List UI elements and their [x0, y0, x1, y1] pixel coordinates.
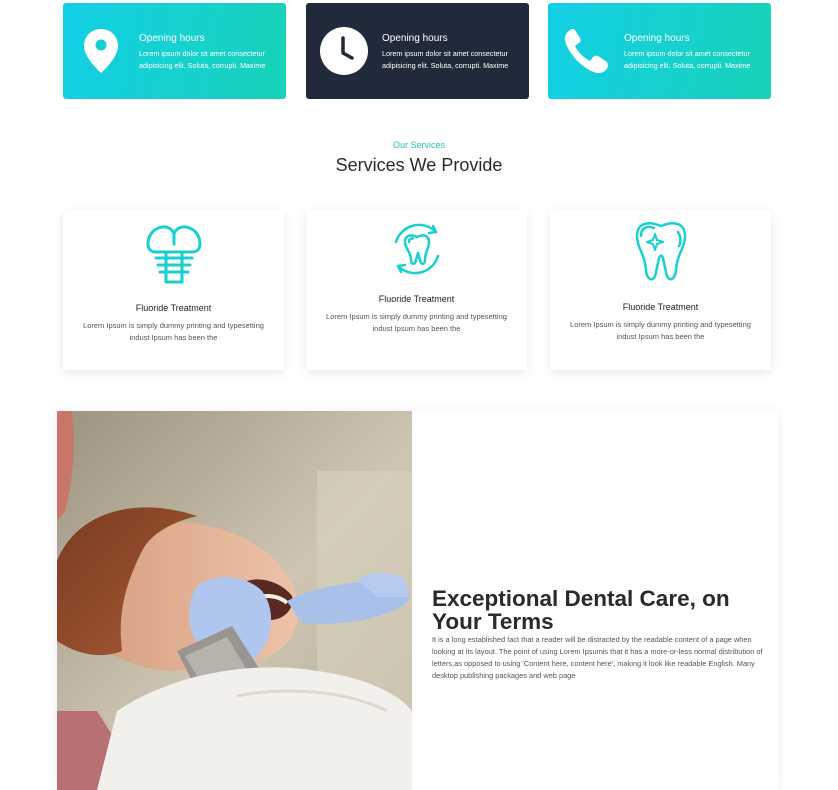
service-name: Fluoride Treatment: [135, 303, 212, 313]
info-card-title: Opening hours: [624, 32, 690, 44]
info-card-title: Opening hours: [382, 32, 448, 44]
phone-icon: [548, 3, 624, 99]
info-card-text: Lorem ipsum dolor sit amet consectetur a…: [139, 48, 266, 70]
services-subtitle: Our Services: [392, 140, 445, 150]
service-card[interactable]: Fluoride Treatment Lorem Ipsum is simply…: [550, 210, 771, 370]
info-cards-row: Opening hours Lorem ipsum dolor sit amet…: [63, 3, 771, 99]
service-text: Lorem Ipsum is simply dummy printing and…: [570, 320, 751, 341]
service-name: Fluoride Treatment: [378, 294, 455, 304]
service-name: Fluoride Treatment: [622, 302, 699, 312]
info-card-phone: Opening hours Lorem ipsum dolor sit amet…: [548, 3, 771, 99]
service-text: Lorem Ipsum is simply dummy printing and…: [326, 312, 507, 333]
dental-care-section: Exceptional Dental Care, on Your Terms I…: [57, 411, 778, 790]
care-paragraph: It is a long established fact that a rea…: [432, 635, 763, 680]
sparkle-tooth-icon: [631, 218, 691, 291]
info-card-text: Lorem ipsum dolor sit amet consectetur a…: [382, 48, 509, 70]
info-card-title: Opening hours: [139, 32, 205, 44]
info-card-clock: Opening hours Lorem ipsum dolor sit amet…: [306, 3, 529, 99]
service-text: Lorem Ipsum is simply dummy printing and…: [83, 321, 264, 342]
clock-icon: [306, 3, 382, 99]
dentist-patient-photo: [57, 411, 412, 790]
care-heading: Exceptional Dental Care, on Your Terms: [432, 586, 730, 634]
info-card-text: Lorem ipsum dolor sit amet consectetur a…: [624, 48, 751, 70]
services-header: Our Services Services We Provide: [0, 140, 838, 176]
location-pin-icon: [63, 3, 139, 99]
service-card[interactable]: Fluoride Treatment Lorem Ipsum is simply…: [306, 210, 527, 370]
info-card-location: Opening hours Lorem ipsum dolor sit amet…: [63, 3, 286, 99]
tooth-cycle-icon: [388, 220, 446, 283]
service-card[interactable]: Fluoride Treatment Lorem Ipsum is simply…: [63, 210, 284, 370]
services-title: Services We Provide: [335, 155, 503, 175]
dental-implant-icon: [144, 222, 204, 293]
